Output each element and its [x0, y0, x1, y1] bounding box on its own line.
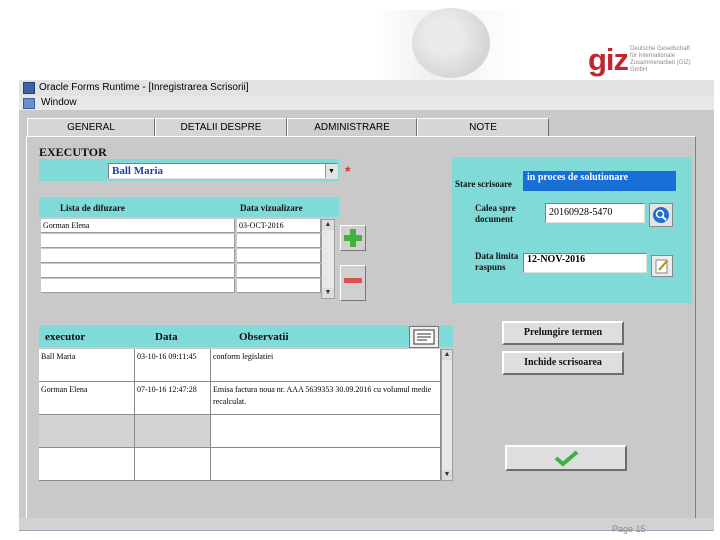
history-date[interactable]: 07-10-16 12:47:28 [135, 382, 211, 415]
history-date[interactable]: 03-10-16 09:11:45 [135, 349, 211, 382]
history-executor[interactable]: Gorman Elena [39, 382, 135, 415]
stare-label: Stare scrisoare [455, 179, 512, 189]
calea-field[interactable]: 20160928-5470 [545, 203, 645, 223]
button-label: Prelungire termen [523, 327, 603, 338]
inchide-scrisoarea-button[interactable]: Inchide scrisoarea [502, 351, 624, 375]
history-scrollbar[interactable]: ▲ ▼ [441, 349, 453, 481]
tab-label: NOTE [469, 122, 497, 133]
diffusion-date[interactable] [237, 264, 321, 278]
plus-icon [344, 229, 362, 247]
page-number: Page 15 [612, 524, 646, 534]
menu-bar: Window [19, 96, 714, 110]
tab-detalii-expeditor[interactable]: DETALII DESPRE EXPEDITOR [155, 118, 287, 151]
diffusion-date[interactable] [237, 249, 321, 263]
giz-logo-text: Deutsche Gesellschaft für Internationale… [630, 46, 700, 74]
tab-general[interactable]: GENERAL [27, 118, 155, 137]
diffusion-col-list: Lista de difuzare [60, 203, 125, 213]
globe-image [412, 8, 490, 78]
diffusion-col-date: Data vizualizare [240, 203, 303, 213]
data-limita-value: 12-NOV-2016 [527, 254, 586, 265]
search-button[interactable] [649, 203, 673, 227]
tab-note[interactable]: NOTE [417, 118, 549, 137]
oracle-forms-window: Oracle Forms Runtime - [Inregistrarea Sc… [19, 80, 714, 530]
chevron-down-icon[interactable]: ▼ [325, 164, 337, 178]
prelungire-termen-button[interactable]: Prelungire termen [502, 321, 624, 345]
executor-select[interactable]: Ball Maria ▼ [108, 163, 338, 179]
scroll-up-icon[interactable]: ▲ [442, 350, 452, 360]
add-button[interactable] [340, 225, 366, 251]
giz-logo: giz [588, 42, 629, 77]
footer-bar [19, 518, 714, 530]
search-icon [653, 207, 669, 223]
window-titlebar: Oracle Forms Runtime - [Inregistrarea Sc… [19, 80, 714, 96]
history-col-data: Data [155, 331, 178, 343]
button-label: Inchide scrisoarea [524, 357, 602, 368]
diffusion-name[interactable] [41, 249, 235, 263]
diffusion-date[interactable]: 03-OCT-2016 [237, 219, 321, 233]
window-title: Oracle Forms Runtime - [Inregistrarea Sc… [39, 82, 249, 93]
notes-button[interactable] [409, 326, 439, 348]
history-executor[interactable] [39, 448, 135, 481]
diffusion-grid: Gorman Elena 03-OCT-2016 [41, 219, 321, 299]
history-obs[interactable] [211, 448, 441, 481]
calendar-button[interactable] [651, 255, 673, 277]
data-limita-label: Data limita raspuns [475, 251, 519, 272]
history-obs[interactable]: conform legislatiei [211, 349, 441, 382]
diffusion-date[interactable] [237, 279, 321, 293]
data-limita-field[interactable]: 12-NOV-2016 [523, 253, 647, 273]
giz-logo-line: Deutsche Gesellschaft [630, 46, 691, 52]
history-executor[interactable]: Ball Maria [39, 349, 135, 382]
menu-window[interactable]: Window [41, 97, 77, 108]
history-date[interactable] [135, 415, 211, 448]
history-obs[interactable] [211, 415, 441, 448]
remove-button[interactable] [340, 265, 366, 301]
calea-label: Calea spre document [475, 203, 516, 224]
history-obs[interactable]: Emisa factura noua nr. AAA 5639353 30.09… [211, 382, 441, 415]
diffusion-name[interactable] [41, 264, 235, 278]
diffusion-name[interactable]: Gorman Elena [41, 219, 235, 233]
diffusion-name[interactable] [41, 234, 235, 248]
stare-field[interactable]: in proces de solutionare [523, 171, 676, 191]
administrare-panel: EXECUTOR Ball Maria ▼ * Lista de difuzar… [26, 136, 696, 528]
form-content: GENERAL DETALII DESPRE EXPEDITOR ADMINIS… [19, 110, 714, 530]
stare-value: in proces de solutionare [527, 172, 629, 183]
notes-icon [413, 329, 435, 345]
diffusion-scrollbar[interactable]: ▲ ▼ [321, 219, 335, 299]
app-icon [23, 82, 35, 94]
history-date[interactable] [135, 448, 211, 481]
calea-value: 20160928-5470 [549, 207, 613, 218]
history-col-executor: executor [45, 331, 86, 343]
checkmark-icon [554, 450, 579, 467]
footer-divider [19, 530, 714, 531]
minus-icon [344, 278, 362, 283]
scroll-down-icon[interactable]: ▼ [322, 288, 334, 298]
tab-label: ADMINISTRARE [314, 122, 390, 133]
tab-label: GENERAL [67, 122, 115, 133]
scroll-up-icon[interactable]: ▲ [322, 220, 334, 230]
scroll-down-icon[interactable]: ▼ [442, 470, 452, 480]
history-grid: Ball Maria 03-10-16 09:11:45 conform leg… [39, 349, 453, 481]
diffusion-date[interactable] [237, 234, 321, 248]
window-menu-icon[interactable] [23, 98, 35, 109]
executor-label: EXECUTOR [39, 145, 107, 159]
edit-pencil-icon [655, 259, 668, 274]
diffusion-name[interactable] [41, 279, 235, 293]
executor-value: Ball Maria [112, 165, 164, 177]
giz-logo-line: für Internationale [630, 53, 676, 59]
tab-administrare[interactable]: ADMINISTRARE [287, 118, 417, 137]
history-executor[interactable] [39, 415, 135, 448]
confirm-button[interactable] [505, 445, 627, 471]
giz-logo-line: Zusammenarbeit (GIZ) GmbH [630, 60, 691, 73]
history-col-obs: Observatii [239, 331, 289, 343]
required-asterisk: * [345, 163, 351, 179]
